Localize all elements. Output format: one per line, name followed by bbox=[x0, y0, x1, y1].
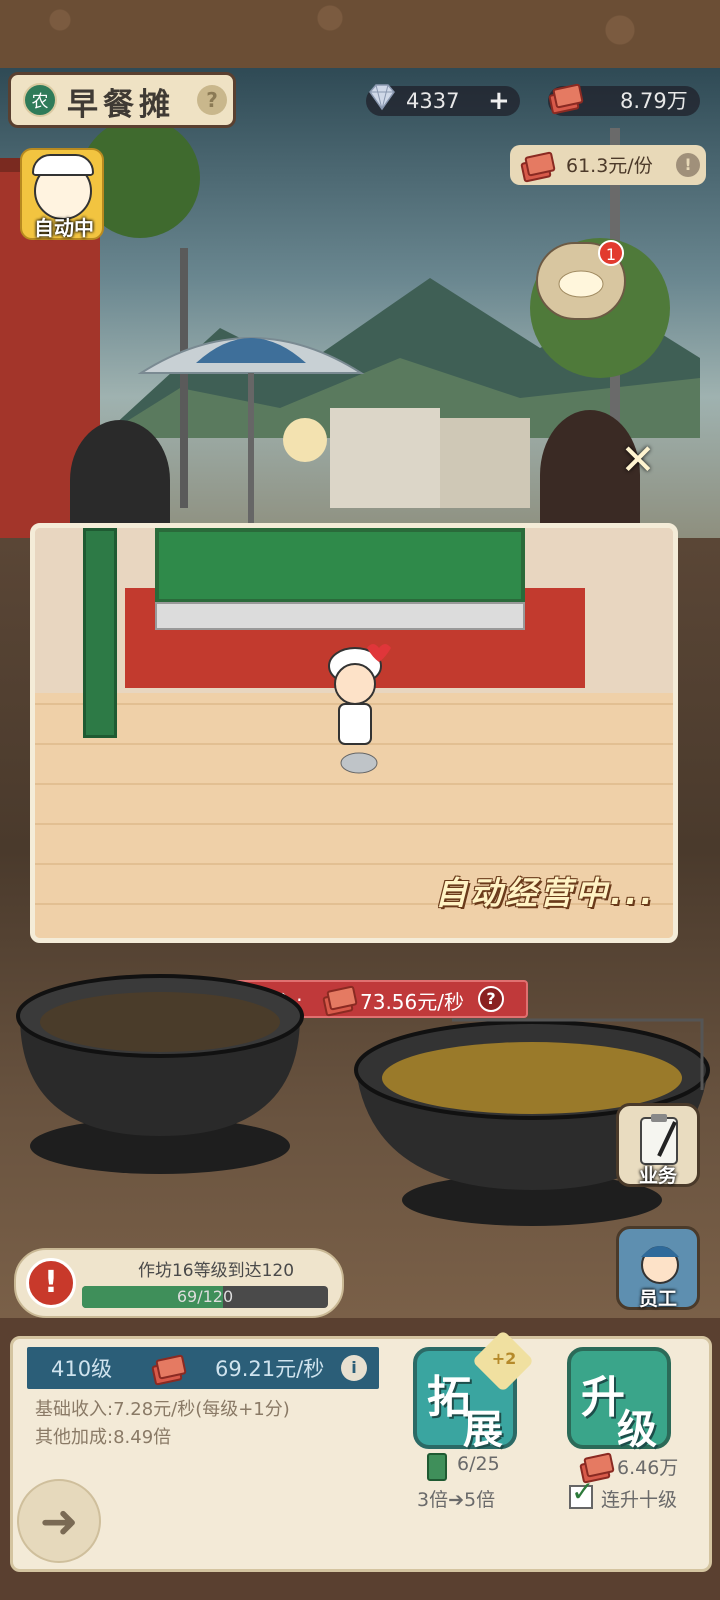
book-icon bbox=[427, 1453, 447, 1481]
shop-door bbox=[83, 528, 117, 738]
income-rate: 69.21元/秒 bbox=[215, 1357, 325, 1381]
price-per-item[interactable]: 61.3元/份 ! bbox=[510, 145, 706, 185]
top-banner bbox=[0, 0, 720, 68]
business-label: 业务 bbox=[638, 1165, 677, 1187]
gem-counter: 4337 + bbox=[366, 84, 520, 116]
add-gems-button[interactable]: + bbox=[488, 86, 510, 116]
arrow-left-icon: ➜ bbox=[39, 1494, 79, 1548]
auto-run-popup: 自动经营中... bbox=[30, 523, 678, 943]
diamond-icon bbox=[369, 84, 395, 111]
expand-multiplier: 3倍➔5倍 bbox=[417, 1489, 496, 1511]
cash-icon bbox=[520, 148, 556, 183]
expand-progress: 6/25 bbox=[457, 1453, 500, 1475]
help-icon[interactable]: ? bbox=[197, 85, 227, 115]
upgrade-cost: 6.46万 bbox=[617, 1457, 679, 1479]
level-bar: 410级 69.21元/秒 i bbox=[27, 1347, 379, 1389]
stall-category-badge: 农 bbox=[23, 83, 57, 117]
other-bonus-text: 其他加成:8.49倍 bbox=[35, 1427, 172, 1448]
auto-manager-avatar[interactable]: 自动中 bbox=[20, 148, 104, 240]
cash-icon bbox=[322, 982, 358, 1017]
notification-badge: 1 bbox=[598, 240, 624, 266]
staff-button[interactable]: 员工 bbox=[616, 1226, 700, 1310]
alert-icon: ! bbox=[26, 1258, 76, 1308]
upgrade-panel: 410级 69.21元/秒 i 基础收入:7.28元/秒(每级+1分) 其他加成… bbox=[10, 1329, 712, 1572]
customer-left bbox=[70, 420, 170, 538]
staff-label: 员工 bbox=[638, 1288, 677, 1310]
chef-hat-icon bbox=[32, 154, 94, 176]
stall-title-card[interactable]: 农 早餐摊 ? bbox=[8, 72, 236, 128]
expand-badge-text: +2 bbox=[491, 1349, 517, 1368]
cash-counter: 8.79万 bbox=[548, 83, 700, 116]
clipboard-icon bbox=[640, 1114, 678, 1165]
checkmark-icon: ✓ bbox=[571, 1475, 595, 1508]
price-value: 61.3元/份 bbox=[566, 155, 653, 177]
close-icon[interactable]: ✕ bbox=[618, 439, 658, 481]
task-progress-text: 69/120 bbox=[176, 1287, 234, 1306]
expand-char-2: 展 bbox=[463, 1406, 503, 1453]
auto-running-label: 自动经营中... bbox=[435, 874, 656, 912]
info-icon[interactable]: i bbox=[341, 1355, 367, 1381]
cash-icon bbox=[151, 1351, 187, 1386]
task-title: 作坊16等级到达120 bbox=[137, 1261, 295, 1281]
cash-amount: 8.79万 bbox=[620, 89, 688, 113]
stock-pot bbox=[16, 974, 304, 1174]
upgrade-button[interactable]: 升 级 bbox=[567, 1347, 671, 1453]
auto-status-label: 自动中 bbox=[34, 216, 94, 240]
level-value: 410级 bbox=[51, 1357, 113, 1381]
task-card[interactable]: ! 作坊16等级到达120 69/120 bbox=[14, 1248, 344, 1318]
gem-count: 4337 bbox=[406, 89, 460, 113]
shop-counter bbox=[155, 602, 525, 630]
multi-level-label: 连升十级 bbox=[601, 1489, 678, 1511]
stall-name: 早餐摊 bbox=[67, 87, 175, 123]
back-button[interactable]: ➜ bbox=[17, 1479, 101, 1563]
info-icon[interactable]: ! bbox=[676, 153, 700, 177]
chef-character bbox=[328, 644, 391, 774]
umbrella-graphic bbox=[137, 337, 365, 538]
business-button[interactable]: 业务 bbox=[616, 1103, 700, 1187]
shop-window bbox=[155, 528, 525, 603]
upgrade-char-2: 级 bbox=[617, 1406, 657, 1453]
base-income-text: 基础收入:7.28元/秒(每级+1分) bbox=[35, 1399, 290, 1420]
cash-icon bbox=[548, 80, 584, 115]
task-progress-bar: 69/120 bbox=[82, 1286, 328, 1308]
